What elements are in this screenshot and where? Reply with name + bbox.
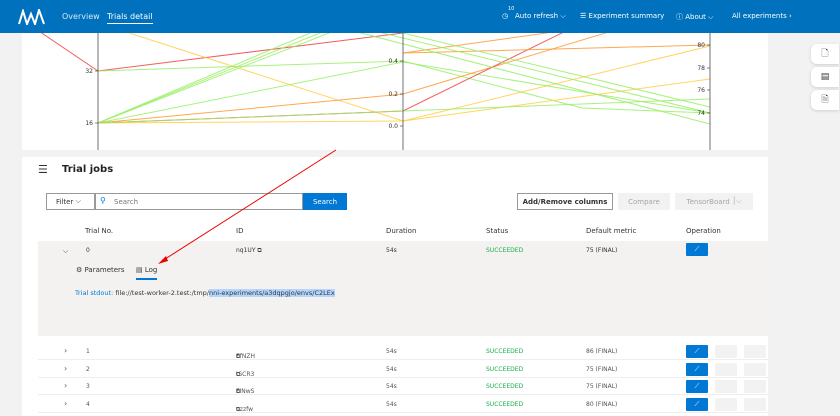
annotation-arrow (158, 149, 337, 264)
